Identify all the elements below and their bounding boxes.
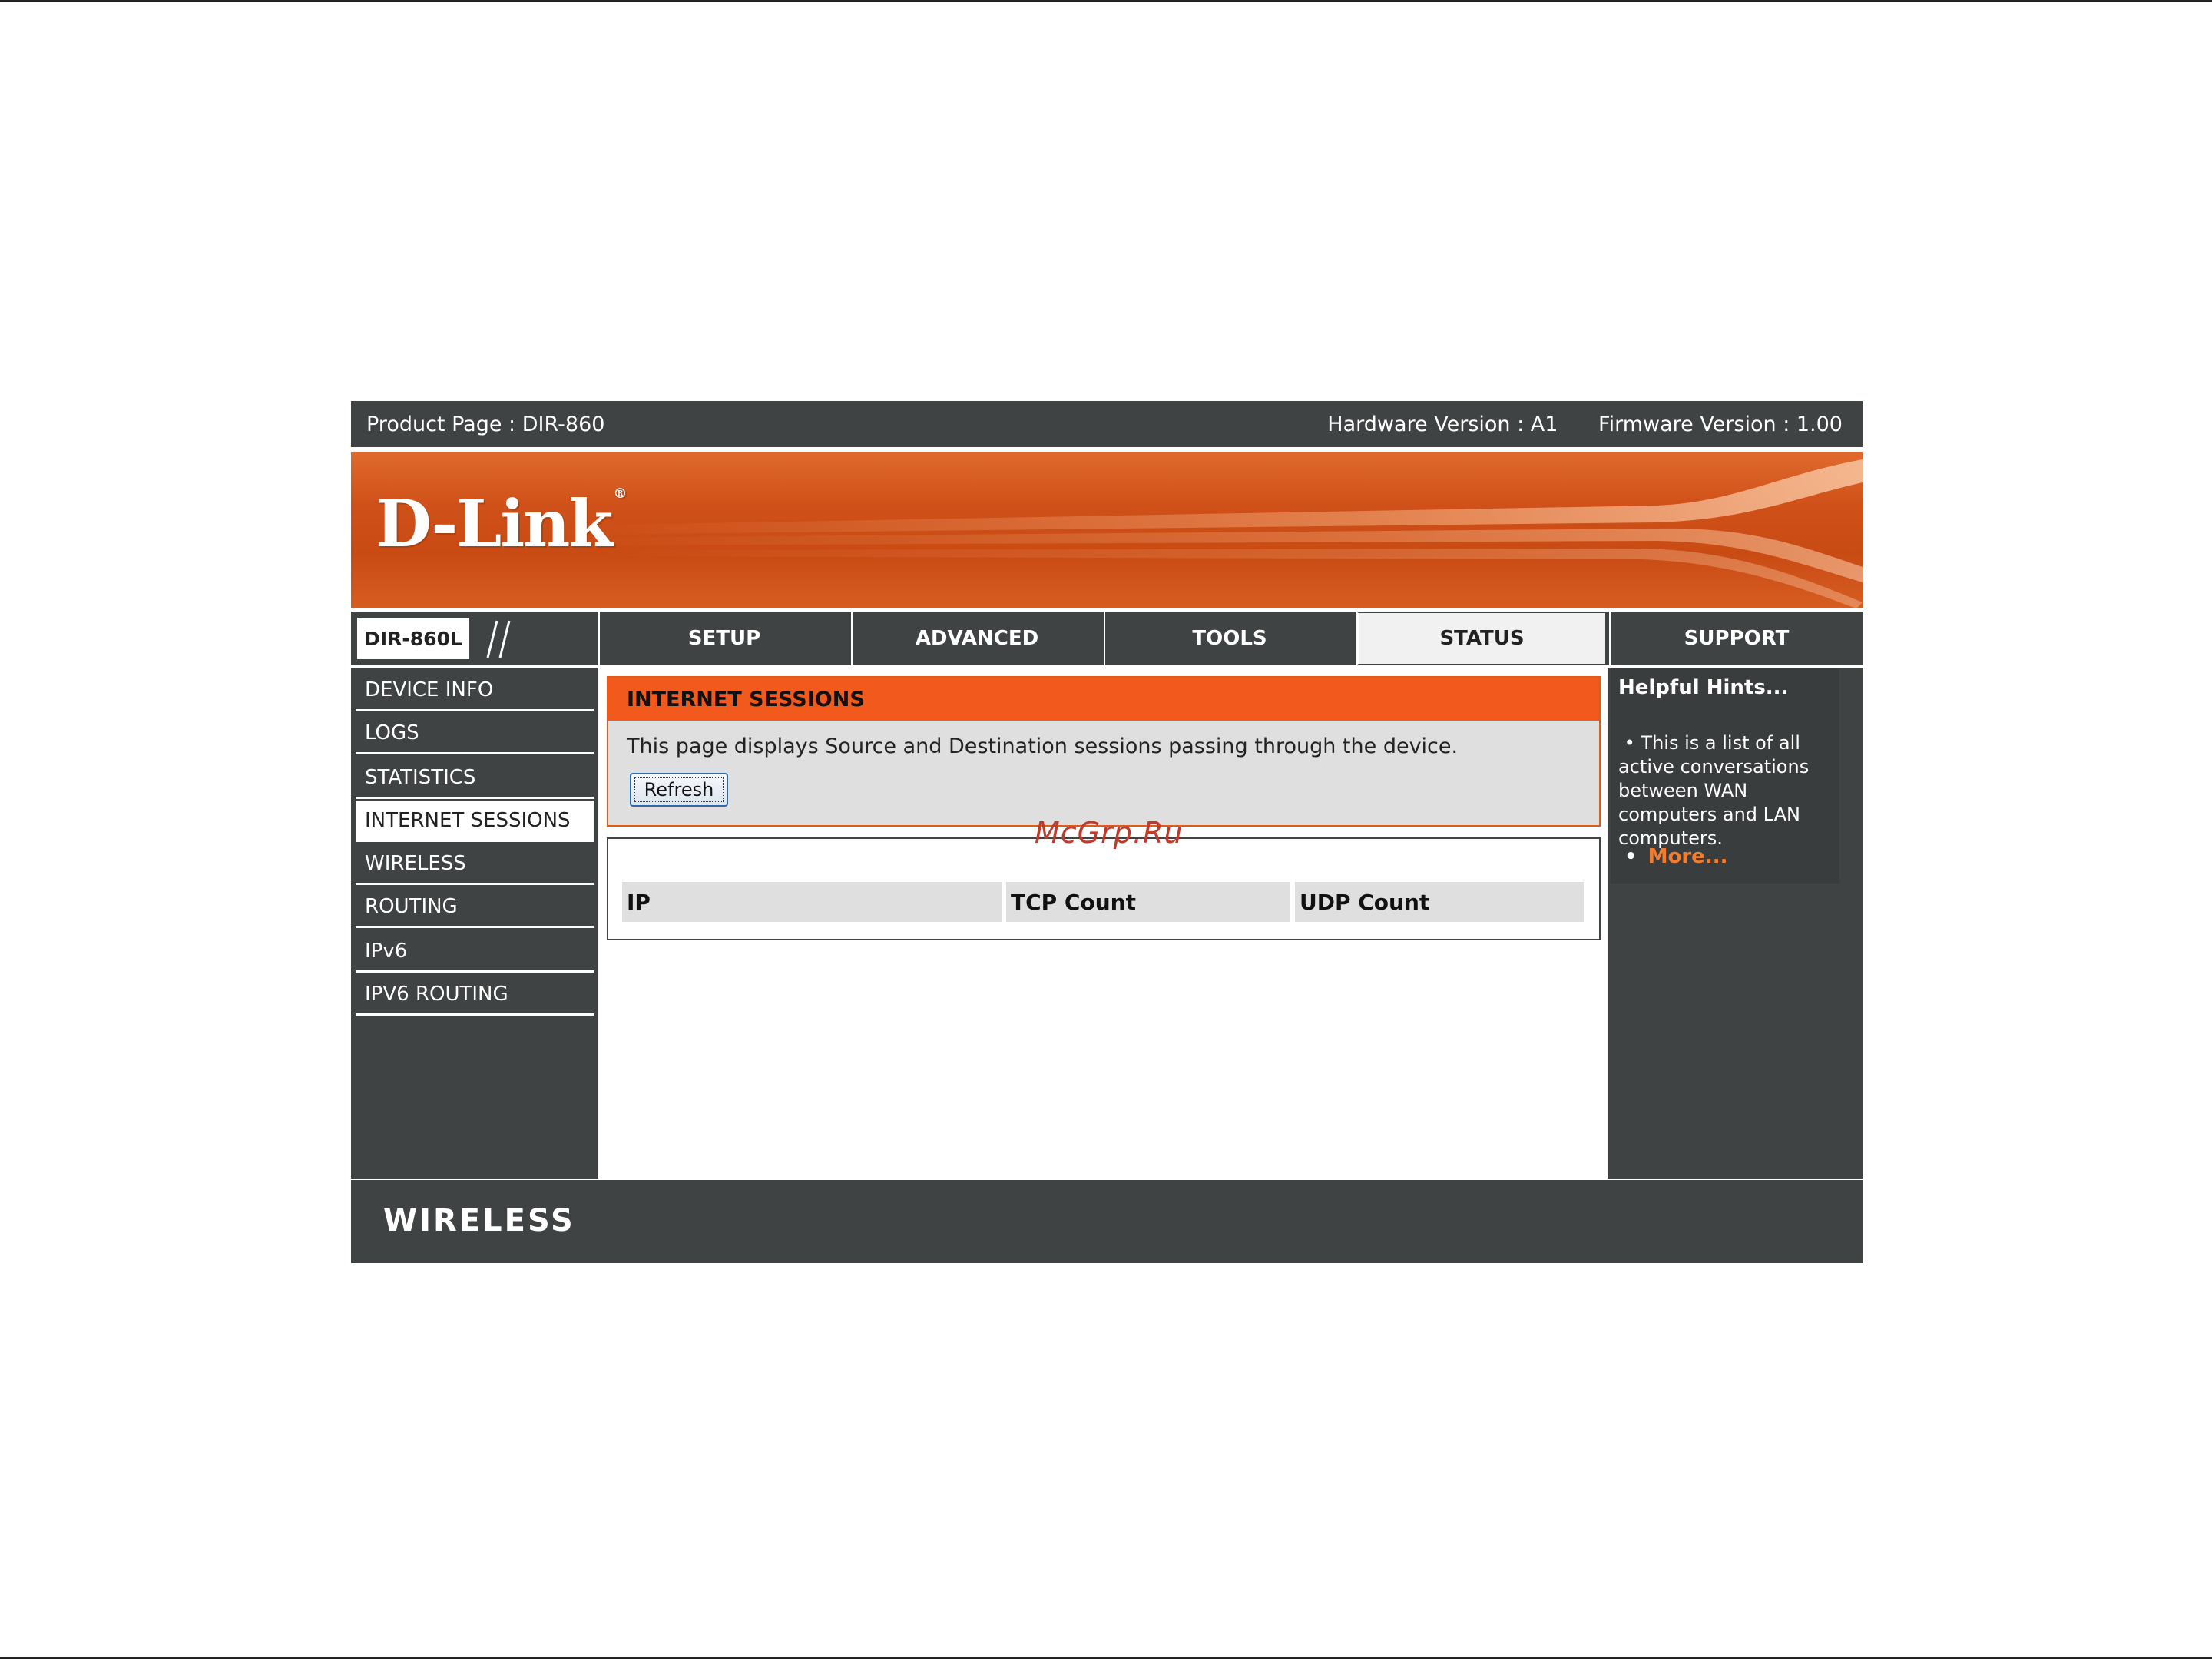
sidebar-item-ipv6-routing[interactable]: IPV6 ROUTING bbox=[356, 974, 594, 1016]
footer-wireless-label: WIRELESS bbox=[383, 1203, 575, 1238]
helpful-hints-panel: Helpful Hints... • This is a list of all… bbox=[1608, 668, 1863, 1179]
sidebar-item-ipv6[interactable]: IPv6 bbox=[356, 931, 594, 973]
product-info-bar: Product Page : DIR-860 Hardware Version … bbox=[351, 401, 1863, 447]
sidebar-item-routing[interactable]: ROUTING bbox=[356, 887, 594, 928]
sidebar-item-internet-sessions[interactable]: INTERNET SESSIONS bbox=[356, 801, 594, 842]
sidebar-item-device-info[interactable]: DEVICE INFO bbox=[356, 670, 594, 711]
hint-item: • This is a list of all active conversat… bbox=[1618, 731, 1841, 850]
main-content: INTERNET SESSIONS This page displays Sou… bbox=[598, 668, 1608, 1179]
section-description: This page displays Source and Destinatio… bbox=[627, 734, 1459, 758]
slashes-icon bbox=[486, 620, 511, 658]
tab-advanced[interactable]: ADVANCED bbox=[851, 612, 1101, 665]
page-bottom-rule bbox=[0, 1657, 2212, 1659]
firmware-version: Firmware Version : 1.00 bbox=[1598, 412, 1843, 436]
sidebar-item-wireless[interactable]: WIRELESS bbox=[356, 844, 594, 885]
column-header-tcp-count: TCP Count bbox=[1006, 882, 1290, 922]
column-header-udp-count: UDP Count bbox=[1295, 882, 1584, 922]
internet-sessions-section: INTERNET SESSIONS This page displays Sou… bbox=[607, 676, 1601, 827]
tab-tools[interactable]: TOOLS bbox=[1104, 612, 1354, 665]
model-label: DIR-860L bbox=[356, 616, 471, 661]
sessions-table: IP TCP Count UDP Count bbox=[607, 837, 1601, 940]
section-title: INTERNET SESSIONS bbox=[608, 678, 1599, 721]
tab-status[interactable]: STATUS bbox=[1356, 612, 1607, 665]
left-sidebar: DEVICE INFO LOGS STATISTICS INTERNET SES… bbox=[351, 668, 598, 1179]
hints-title: Helpful Hints... bbox=[1618, 676, 1789, 699]
tab-setup[interactable]: SETUP bbox=[598, 612, 849, 665]
model-badge: DIR-860L bbox=[356, 616, 595, 662]
tab-support[interactable]: SUPPORT bbox=[1609, 612, 1863, 665]
bullet-icon: • bbox=[1618, 732, 1641, 754]
brand-banner: D-Link ® bbox=[351, 452, 1863, 608]
page-top-rule bbox=[0, 0, 2212, 2]
refresh-button[interactable]: Refresh bbox=[630, 773, 728, 807]
main-nav: DIR-860L SETUP ADVANCED TOOLS STATUS SUP… bbox=[351, 612, 1863, 665]
hint-text: This is a list of all active conversatio… bbox=[1618, 732, 1810, 849]
hardware-version: Hardware Version : A1 bbox=[1327, 412, 1558, 436]
sidebar-item-statistics[interactable]: STATISTICS bbox=[356, 758, 594, 799]
bullet-icon: • bbox=[1624, 845, 1637, 868]
dlink-logo: D-Link ® bbox=[376, 486, 628, 562]
more-link[interactable]: • More... bbox=[1624, 845, 1727, 868]
product-page-label: Product Page : DIR-860 bbox=[366, 412, 605, 436]
table-header-row: IP TCP Count UDP Count bbox=[622, 882, 1587, 922]
watermark: McGrp.Ru bbox=[1035, 816, 1184, 850]
sidebar-item-logs[interactable]: LOGS bbox=[356, 713, 594, 754]
footer-bar: WIRELESS bbox=[351, 1179, 1863, 1263]
column-header-ip: IP bbox=[622, 882, 1002, 922]
